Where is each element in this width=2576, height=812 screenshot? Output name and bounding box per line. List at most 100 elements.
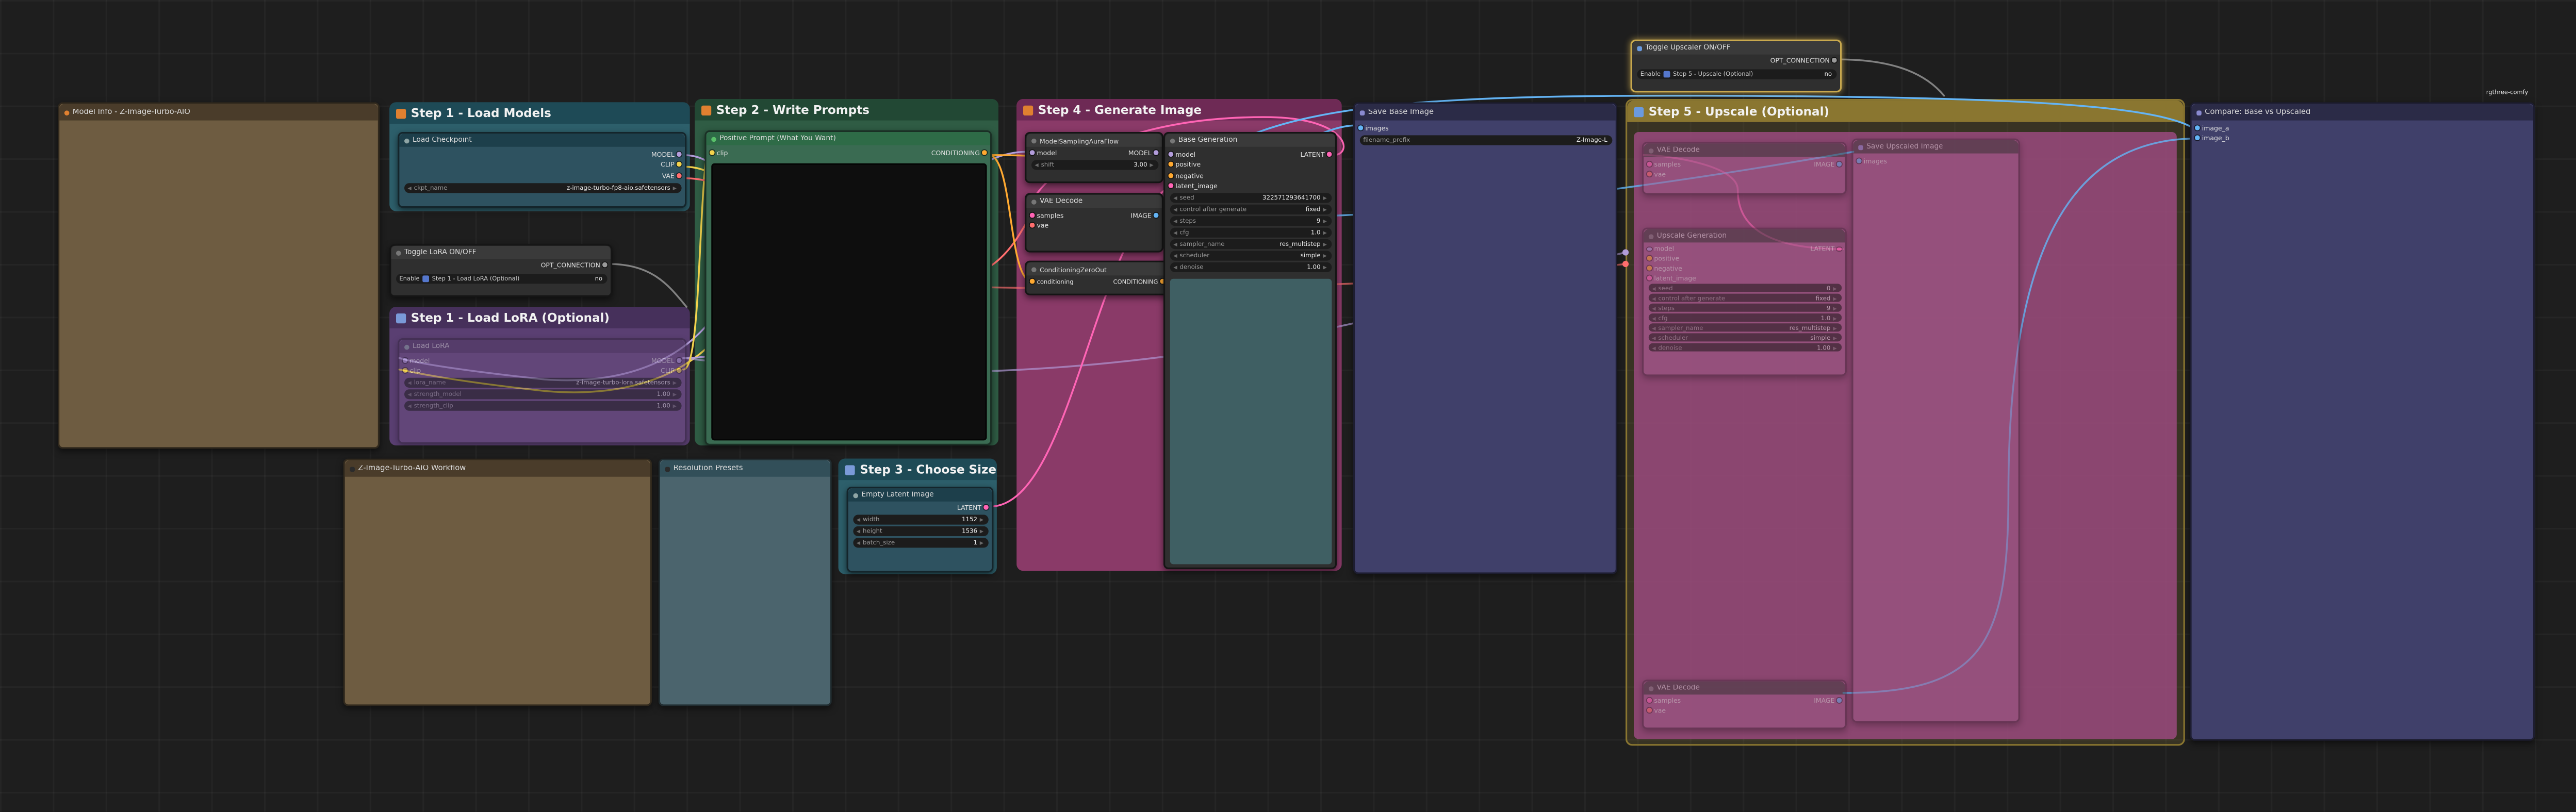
slot-dot-icon[interactable] — [677, 162, 682, 167]
slot-dot-icon[interactable] — [1647, 266, 1652, 271]
text-widget[interactable]: filename_prefixZ-Image-L — [1359, 135, 1612, 144]
output-slot[interactable]: OPT_CONNECTION — [537, 261, 611, 270]
right-arrow-icon[interactable]: ▶ — [1323, 218, 1326, 224]
node-header[interactable]: Upscale Generation — [1644, 229, 1845, 243]
right-arrow-icon[interactable]: ▶ — [1833, 295, 1836, 302]
node-note-presets[interactable]: Resolution Presets — [659, 459, 832, 706]
slot-dot-icon[interactable] — [1030, 151, 1035, 155]
right-arrow-icon[interactable]: ▶ — [673, 403, 677, 409]
left-arrow-icon[interactable]: ◀ — [1173, 206, 1177, 213]
prompt-textarea[interactable] — [711, 162, 986, 440]
slot-dot-icon[interactable] — [1647, 707, 1652, 712]
left-arrow-icon[interactable]: ◀ — [407, 403, 411, 409]
slot-dot-icon[interactable] — [1030, 223, 1035, 228]
input-slot[interactable]: images — [1853, 155, 1891, 166]
node-note-workflow[interactable]: Z-Image-Turbo-AIO Workflow — [343, 459, 652, 706]
input-slot[interactable]: negative — [1644, 263, 1699, 273]
group-toggle-row[interactable]: Enable Step 1 - Load LoRA (Optional) no — [395, 273, 606, 284]
node-status-dot[interactable] — [404, 344, 409, 349]
node-status-dot[interactable] — [404, 138, 409, 143]
slot-dot-icon[interactable] — [1647, 161, 1652, 166]
sampler-widget[interactable]: ◀control after generatefixed▶ — [1648, 294, 1841, 302]
input-slot[interactable]: samples — [1644, 696, 1684, 705]
slot-dot-icon[interactable] — [984, 505, 989, 510]
node-status-dot[interactable] — [1031, 199, 1037, 204]
slot-dot-icon[interactable] — [1647, 275, 1652, 280]
node-header[interactable]: Save Base Image — [1355, 104, 1616, 121]
node-empty-latent-image[interactable]: Empty Latent Image LATENT ◀width1152▶◀he… — [847, 487, 994, 572]
input-slot[interactable]: latent_image — [1644, 273, 1699, 283]
input-slot[interactable]: model — [1644, 244, 1699, 254]
node-save-base-image[interactable]: Save Base Image images filename_prefixZ-… — [1353, 102, 1617, 574]
left-arrow-icon[interactable]: ◀ — [407, 391, 411, 397]
right-arrow-icon[interactable]: ▶ — [1323, 241, 1326, 247]
sampler-widget[interactable]: ◀steps9▶ — [1648, 304, 1841, 312]
slot-dot-icon[interactable] — [1030, 212, 1035, 217]
left-arrow-icon[interactable]: ◀ — [857, 527, 860, 534]
node-toggle-lora[interactable]: Toggle LoRA ON/OFF OPT_CONNECTION Enable… — [389, 244, 612, 297]
slot-dot-icon[interactable] — [1169, 152, 1173, 156]
sampler-widget[interactable]: ◀sampler_nameres_multistep▶ — [1169, 239, 1331, 249]
slot-dot-icon[interactable] — [403, 369, 407, 373]
slot-dot-icon[interactable] — [1837, 699, 1842, 703]
node-header[interactable]: Positive Prompt (What You Want) — [707, 132, 990, 145]
right-arrow-icon[interactable]: ▶ — [1323, 253, 1326, 259]
sampler-widget[interactable]: ◀schedulersimple▶ — [1169, 251, 1331, 260]
number-widget[interactable]: ◀batch_size1▶ — [852, 537, 988, 547]
slot-dot-icon[interactable] — [1647, 256, 1652, 261]
number-widget[interactable]: ◀shift3.00▶ — [1030, 159, 1157, 169]
slot-dot-icon[interactable] — [1154, 212, 1158, 217]
sampler-widget[interactable]: ◀sampler_nameres_multistep▶ — [1648, 324, 1841, 332]
slot-dot-icon[interactable] — [2195, 125, 2200, 130]
slot-dot-icon[interactable] — [1154, 151, 1158, 155]
slot-dot-icon[interactable] — [1169, 173, 1173, 178]
node-header[interactable]: VAE Decode — [1026, 195, 1161, 208]
sampler-widget[interactable]: ◀seed322571293641700▶ — [1169, 193, 1331, 203]
left-arrow-icon[interactable]: ◀ — [857, 539, 860, 545]
right-arrow-icon[interactable]: ▶ — [1833, 344, 1836, 351]
slot-dot-icon[interactable] — [1647, 246, 1652, 251]
left-arrow-icon[interactable]: ◀ — [1652, 305, 1655, 311]
node-status-dot[interactable] — [1031, 267, 1037, 272]
node-header[interactable]: Empty Latent Image — [848, 488, 992, 502]
slot-dot-icon[interactable] — [677, 358, 682, 362]
slot-dot-icon[interactable] — [677, 173, 682, 178]
node-header[interactable]: Toggle Upscaler ON/OFF — [1632, 41, 1840, 55]
node-base-generation[interactable]: Base Generation modelpositivenegativelat… — [1163, 132, 1337, 569]
left-arrow-icon[interactable]: ◀ — [1173, 195, 1177, 202]
left-arrow-icon[interactable]: ◀ — [1173, 229, 1177, 236]
slot-dot-icon[interactable] — [1169, 184, 1173, 188]
node-header[interactable]: Load LoRA — [399, 340, 685, 353]
input-slot[interactable]: vae — [1026, 220, 1067, 231]
slot-dot-icon[interactable] — [603, 263, 608, 268]
input-slot[interactable]: clip — [707, 147, 731, 158]
right-arrow-icon[interactable]: ▶ — [980, 527, 983, 534]
node-upscale-vae-decode-final[interactable]: VAE Decode samplesvae IMAGE — [1642, 680, 1847, 729]
right-arrow-icon[interactable]: ▶ — [1833, 285, 1836, 292]
input-slot[interactable]: positive — [1165, 159, 1221, 170]
node-toggle-upscaler[interactable]: Toggle Upscaler ON/OFF OPT_CONNECTION En… — [1631, 40, 1842, 92]
slot-dot-icon[interactable] — [1647, 172, 1652, 177]
slot-dot-icon[interactable] — [1837, 246, 1842, 251]
output-slot[interactable]: IMAGE — [1811, 158, 1845, 169]
node-header[interactable]: Resolution Presets — [660, 460, 830, 477]
input-slot[interactable]: clip — [399, 366, 433, 376]
input-slot[interactable]: image_b — [2192, 133, 2233, 144]
node-upscale-generation[interactable]: Upscale Generation modelpositivenegative… — [1642, 228, 1847, 376]
node-header[interactable]: Compare: Base vs Upscaled — [2192, 104, 2533, 121]
left-arrow-icon[interactable]: ◀ — [1652, 285, 1655, 292]
left-arrow-icon[interactable]: ◀ — [1652, 344, 1655, 351]
slot-dot-icon[interactable] — [710, 150, 714, 155]
input-slot[interactable]: latent_image — [1165, 180, 1221, 191]
slot-dot-icon[interactable] — [677, 369, 682, 373]
sampler-widget[interactable]: ◀cfg1.0▶ — [1648, 314, 1841, 322]
sampler-widget[interactable]: ◀control after generatefixed▶ — [1169, 205, 1331, 214]
output-slot[interactable]: MODEL — [648, 148, 685, 159]
output-slot[interactable]: CONDITIONING — [1110, 277, 1169, 287]
slot-dot-icon[interactable] — [1030, 279, 1035, 284]
input-slot[interactable]: conditioning — [1026, 277, 1077, 287]
slot-dot-icon[interactable] — [1647, 699, 1652, 703]
slot-dot-icon[interactable] — [1857, 158, 1861, 163]
left-arrow-icon[interactable]: ◀ — [1173, 264, 1177, 271]
node-save-upscaled-image[interactable]: Save Upscaled Image images — [1851, 139, 2020, 723]
